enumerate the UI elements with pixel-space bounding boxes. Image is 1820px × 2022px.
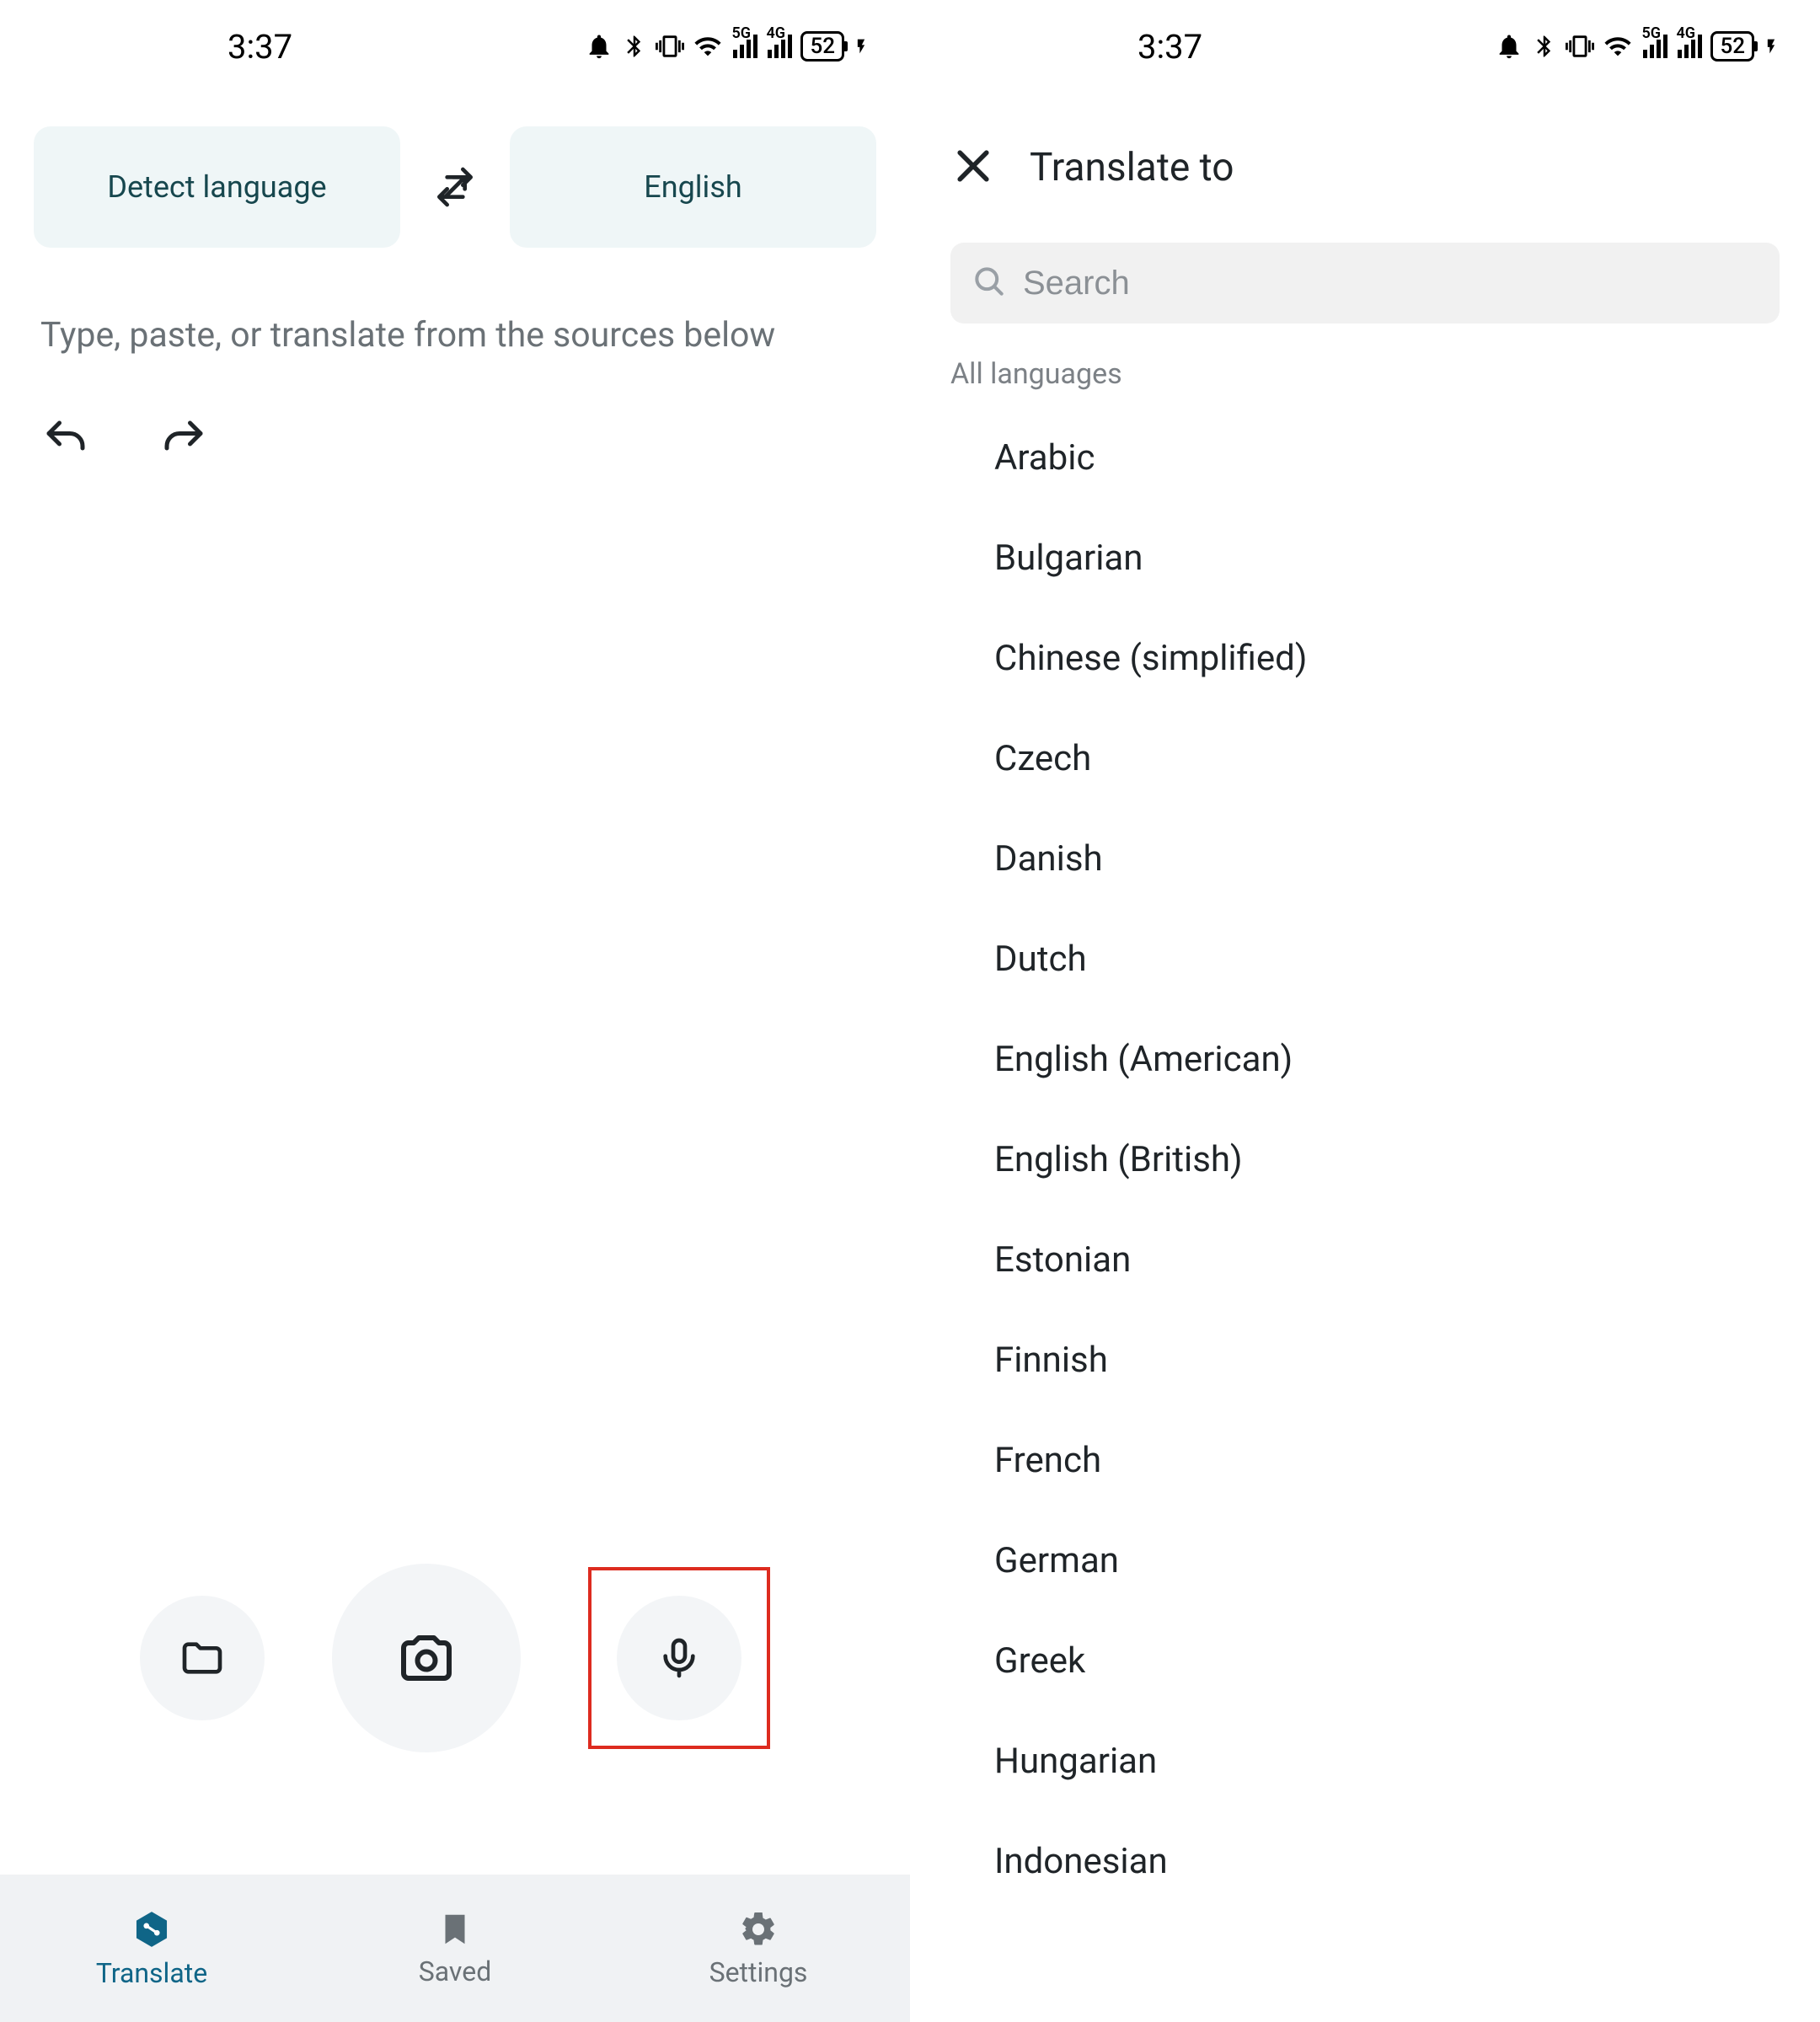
status-icons: 5G 4G 52 [585,31,870,62]
language-item[interactable]: Czech [910,709,1820,809]
bottom-nav: Translate Saved Settings [0,1875,910,2022]
alarm-icon [1495,32,1523,61]
language-item[interactable]: Arabic [910,408,1820,508]
battery-icon: 52 [800,31,844,62]
language-item[interactable]: Estonian [910,1210,1820,1310]
language-item[interactable]: Hungarian [910,1711,1820,1811]
input-source-row [0,1564,910,1752]
microphone-icon [656,1634,703,1682]
language-item[interactable]: Bulgarian [910,508,1820,608]
nav-translate-label: Translate [96,1957,207,1989]
camera-icon [396,1628,457,1688]
language-item[interactable]: Greek [910,1611,1820,1711]
language-item[interactable]: Danish [910,809,1820,909]
nav-settings-label: Settings [709,1956,808,1988]
translate-input-placeholder[interactable]: Type, paste, or translate from the sourc… [0,265,910,381]
camera-input-button[interactable] [332,1564,521,1752]
language-selector-row: Detect language English [0,93,910,265]
close-icon [950,143,996,189]
bookmark-icon [436,1910,474,1949]
status-bar: 3:37 5G 4G 52 [0,0,910,93]
nav-translate[interactable]: Translate [0,1875,303,2022]
language-item[interactable]: English (British) [910,1110,1820,1210]
language-list[interactable]: Arabic Bulgarian Chinese (simplified) Cz… [910,408,1820,1912]
search-icon [971,263,1008,303]
nav-saved[interactable]: Saved [303,1875,607,2022]
redo-icon [158,415,209,465]
charging-icon [853,32,870,61]
target-language-label: English [644,169,741,205]
language-item[interactable]: Finnish [910,1310,1820,1410]
status-bar: 3:37 5G 4G 52 [910,0,1820,93]
status-time: 3:37 [228,27,292,67]
status-icons: 5G 4G 52 [1495,31,1780,62]
nav-saved-label: Saved [419,1955,491,1987]
alarm-icon [585,32,613,61]
battery-icon: 52 [1710,31,1754,62]
vibrate-icon [1566,32,1594,61]
translate-main-screen: 3:37 5G 4G 52 [0,0,910,2022]
vibrate-icon [656,32,684,61]
signal-5g-icon: 5G [1641,35,1667,58]
redo-button[interactable] [158,415,209,468]
search-input[interactable] [1023,265,1759,302]
nav-settings[interactable]: Settings [607,1875,910,2022]
language-item[interactable]: English (American) [910,1009,1820,1110]
source-language-button[interactable]: Detect language [34,126,400,248]
document-input-button[interactable] [140,1596,265,1720]
translate-icon [131,1908,173,1950]
bluetooth-icon [1532,32,1557,61]
target-language-button[interactable]: English [510,126,876,248]
language-item[interactable]: French [910,1410,1820,1511]
picker-header: Translate to [910,93,1820,217]
language-picker-screen: 3:37 5G 4G 52 [910,0,1820,2022]
charging-icon [1763,32,1780,61]
wifi-icon [1603,32,1633,61]
voice-input-highlight [588,1567,770,1749]
signal-4g-icon: 4G [766,35,792,58]
signal-4g-icon: 4G [1676,35,1702,58]
signal-5g-icon: 5G [731,35,757,58]
folder-icon [179,1634,226,1682]
undo-redo-row [0,381,910,502]
undo-button[interactable] [40,415,91,468]
wifi-icon [693,32,723,61]
language-item[interactable]: Indonesian [910,1811,1820,1912]
status-time: 3:37 [1138,27,1202,67]
swap-icon [431,163,479,211]
swap-languages-button[interactable] [426,163,484,211]
search-box[interactable] [950,243,1780,324]
language-item[interactable]: Dutch [910,909,1820,1009]
all-languages-label: All languages [910,340,1820,408]
source-language-label: Detect language [107,169,326,205]
undo-icon [40,415,91,465]
language-item[interactable]: German [910,1511,1820,1611]
language-item[interactable]: Chinese (simplified) [910,608,1820,709]
picker-title: Translate to [1030,145,1234,190]
close-button[interactable] [950,143,996,192]
gear-icon [738,1909,779,1950]
bluetooth-icon [622,32,647,61]
voice-input-button[interactable] [617,1596,741,1720]
